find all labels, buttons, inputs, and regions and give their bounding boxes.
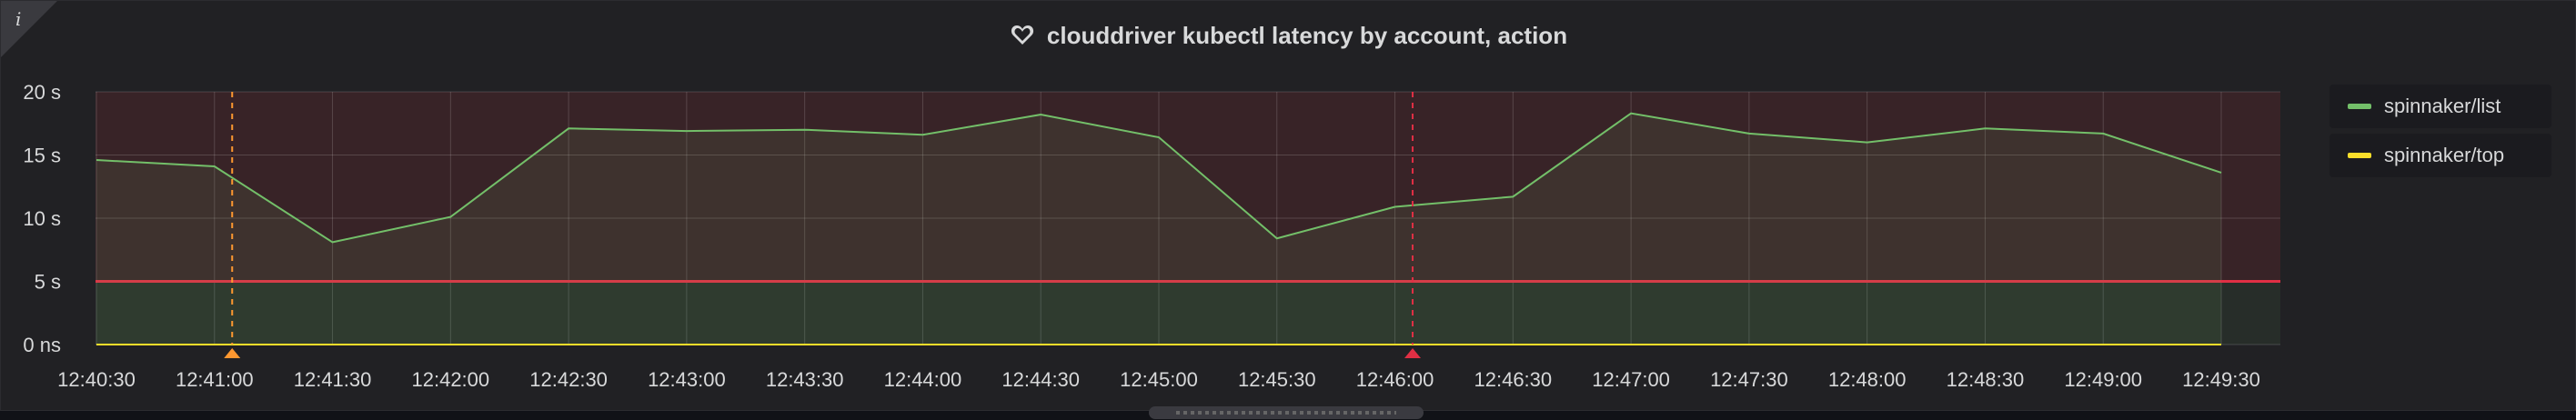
resize-grip — [1176, 411, 1396, 415]
panel-resize-handle[interactable] — [1149, 406, 1424, 419]
legend-label: spinnaker/top — [2384, 144, 2505, 166]
y-tick-label: 10 s — [23, 207, 61, 230]
x-tick-label: 12:46:00 — [1356, 368, 1434, 391]
x-tick-label: 12:44:00 — [884, 368, 962, 391]
annotation-marker — [224, 348, 241, 358]
latency-chart: 0 ns 5 s 10 s 15 s 20 s 12:40:30 12:41:00 12:4… — [23, 81, 2280, 391]
x-tick-label: 12:49:00 — [2064, 368, 2142, 391]
y-tick-label: 5 s — [35, 271, 61, 294]
panel: i clouddriver kubectl latency by account… — [0, 0, 2576, 419]
x-tick-label: 12:48:30 — [1947, 368, 2025, 391]
x-tick-label: 12:47:00 — [1592, 368, 1670, 391]
x-tick-label: 12:42:00 — [412, 368, 490, 391]
legend-swatch — [2348, 104, 2371, 109]
y-tick-label: 0 ns — [23, 334, 61, 356]
x-tick-label: 12:48:00 — [1828, 368, 1907, 391]
legend-item-top[interactable]: spinnaker/top — [2329, 134, 2551, 177]
y-tick-label: 15 s — [23, 145, 61, 167]
x-tick-label: 12:41:00 — [176, 368, 254, 391]
x-tick-label: 12:43:30 — [766, 368, 844, 391]
x-tick-label: 12:42:30 — [529, 368, 608, 391]
x-tick-label: 12:43:00 — [648, 368, 726, 391]
annotation-marker — [1404, 348, 1422, 358]
legend-item-list[interactable]: spinnaker/list — [2329, 85, 2551, 128]
x-tick-label: 12:44:30 — [1001, 368, 1080, 391]
x-tick-label: 12:46:30 — [1474, 368, 1553, 391]
x-tick-label: 12:41:30 — [294, 368, 372, 391]
x-tick-label: 12:45:00 — [1120, 368, 1198, 391]
x-tick-label: 12:47:30 — [1710, 368, 1788, 391]
legend: spinnaker/list spinnaker/top — [2329, 85, 2551, 183]
y-tick-label: 20 s — [23, 81, 61, 104]
legend-label: spinnaker/list — [2384, 95, 2501, 117]
x-tick-label: 12:45:30 — [1238, 368, 1316, 391]
x-tick-label: 12:40:30 — [57, 368, 136, 391]
legend-swatch — [2348, 153, 2371, 158]
x-tick-label: 12:49:30 — [2182, 368, 2260, 391]
